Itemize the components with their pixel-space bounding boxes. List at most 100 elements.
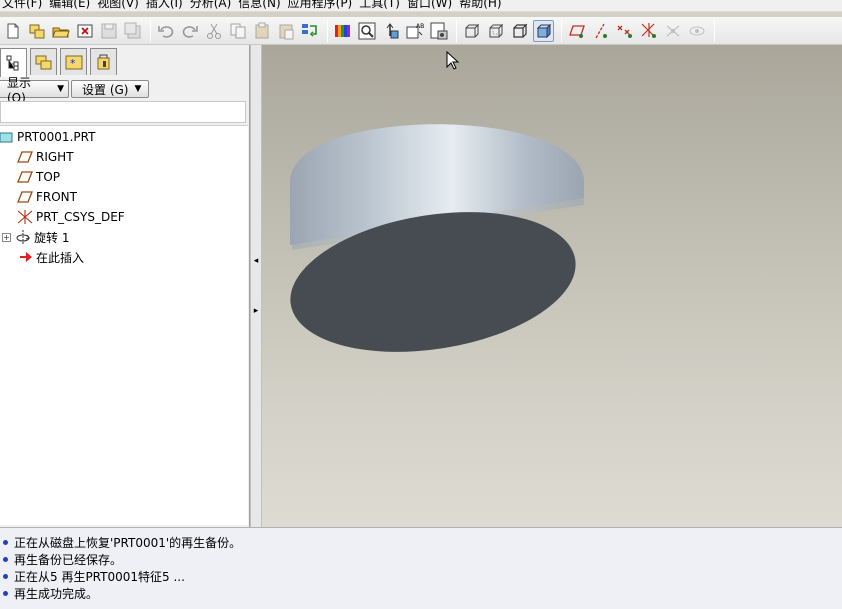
coordinate-systems-icon[interactable] bbox=[638, 20, 659, 42]
navigator-panel: * 显示 (O) ▼ 设置 (G) ▼ PRT0001.PRT RIGHT TO… bbox=[0, 45, 250, 527]
reorient-icon[interactable] bbox=[380, 20, 401, 42]
tree-item-right[interactable]: RIGHT bbox=[16, 148, 74, 166]
tree-item-label: 在此插入 bbox=[36, 250, 85, 265]
display-style-icon[interactable] bbox=[428, 20, 449, 42]
settings-button-label: 设置 (G) bbox=[82, 82, 129, 97]
favorites-icon: * bbox=[65, 55, 82, 70]
connections-icon bbox=[97, 54, 109, 70]
expand-right-icon[interactable]: ▸ bbox=[252, 305, 260, 317]
graphics-viewport[interactable] bbox=[262, 45, 842, 527]
menu-edit[interactable]: 编辑(E) bbox=[49, 0, 97, 11]
chevron-down-icon: ▼ bbox=[57, 84, 64, 94]
part-icon bbox=[0, 129, 15, 145]
menu-view[interactable]: 视图(V) bbox=[97, 0, 146, 11]
tab-connections[interactable] bbox=[90, 48, 117, 75]
message-line: 再生备份已经保存。 bbox=[0, 551, 842, 568]
message-bullet-icon bbox=[3, 574, 8, 579]
menu-applications[interactable]: 应用程序(P) bbox=[288, 0, 360, 11]
tab-favorites[interactable]: * bbox=[60, 48, 87, 75]
toolbar-separator bbox=[714, 19, 715, 42]
message-line: 正在从磁盘上恢复'PRT0001'的再生备份。 bbox=[0, 534, 842, 551]
no-hidden-icon[interactable] bbox=[509, 20, 530, 42]
shading-icon[interactable] bbox=[533, 19, 554, 42]
svg-text:*: * bbox=[70, 57, 76, 70]
message-bullet-icon bbox=[3, 591, 8, 596]
svg-text:AB: AB bbox=[416, 23, 424, 30]
tree-item-label: TOP bbox=[36, 170, 61, 184]
insert-here-icon bbox=[16, 249, 34, 265]
paste-special-icon[interactable] bbox=[275, 20, 296, 42]
hidden-line-icon[interactable] bbox=[485, 20, 506, 42]
model-cylinder bbox=[290, 124, 584, 352]
datum-plane-icon bbox=[16, 169, 34, 185]
save-copy-icon[interactable] bbox=[122, 20, 143, 42]
color-appearance-icon[interactable] bbox=[332, 20, 353, 42]
settings-dropdown-button[interactable]: 设置 (G) ▼ bbox=[71, 80, 149, 98]
datum-plane-icon bbox=[16, 149, 34, 165]
new-icon[interactable] bbox=[2, 20, 23, 42]
wireframe-icon[interactable] bbox=[461, 20, 482, 42]
tree-item-label: RIGHT bbox=[36, 150, 74, 164]
tree-item-label: FRONT bbox=[36, 190, 77, 204]
message-text: 正在从5 再生PRT0001特征5 ... bbox=[14, 570, 185, 584]
chevron-down-icon: ▼ bbox=[134, 84, 142, 94]
open-icon[interactable] bbox=[50, 20, 71, 42]
tree-button-row: 显示 (O) ▼ 设置 (G) ▼ bbox=[0, 76, 248, 105]
tree-item-csys[interactable]: PRT_CSYS_DEF bbox=[16, 208, 125, 226]
message-text: 再生备份已经保存。 bbox=[14, 553, 123, 567]
menu-insert[interactable]: 插入(I) bbox=[146, 0, 190, 11]
tree-item-front[interactable]: FRONT bbox=[16, 188, 77, 206]
datum-points-icon[interactable] bbox=[614, 20, 635, 42]
tab-folder-browser[interactable] bbox=[30, 48, 57, 75]
tree-item-revolve[interactable]: + 旋转 1 bbox=[2, 228, 69, 246]
show-button-label: 显示 (O) bbox=[7, 75, 32, 105]
zoom-icon[interactable] bbox=[356, 20, 377, 42]
menu-info[interactable]: 信息(N) bbox=[238, 0, 287, 11]
message-text: 再生成功完成。 bbox=[14, 587, 99, 601]
expand-icon[interactable]: + bbox=[2, 232, 11, 242]
mouse-cursor-icon bbox=[446, 51, 460, 70]
annotation-icon[interactable] bbox=[686, 20, 707, 42]
tree-item-insert-here[interactable]: 在此插入 bbox=[16, 248, 84, 266]
collapse-left-icon[interactable]: ◂ bbox=[252, 255, 260, 267]
tree-item-top[interactable]: TOP bbox=[16, 168, 60, 186]
model-tree-icon bbox=[6, 55, 18, 71]
panel-splitter[interactable]: ◂ ▸ bbox=[250, 45, 262, 527]
undo-icon[interactable] bbox=[155, 20, 176, 42]
copy-icon[interactable] bbox=[227, 20, 248, 42]
coordinate-system-icon bbox=[16, 209, 34, 225]
show-dropdown-button[interactable]: 显示 (O) ▼ bbox=[0, 76, 69, 105]
tree-root-item[interactable]: PRT0001.PRT bbox=[0, 128, 95, 146]
menu-window[interactable]: 窗口(W) bbox=[407, 0, 459, 11]
model-tree: PRT0001.PRT RIGHT TOP FRONT PRT_CSYS_DEF bbox=[0, 125, 248, 525]
message-line: 正在从5 再生PRT0001特征5 ... bbox=[0, 568, 842, 585]
folder-browser-icon bbox=[35, 55, 51, 70]
tree-filter-bar[interactable] bbox=[0, 101, 246, 123]
message-area: 正在从磁盘上恢复'PRT0001'的再生备份。 再生备份已经保存。 正在从5 再… bbox=[0, 527, 842, 609]
save-icon[interactable] bbox=[98, 20, 119, 42]
toolbar-separator bbox=[456, 19, 457, 42]
open-session-icon[interactable] bbox=[26, 20, 47, 42]
datum-planes-icon[interactable] bbox=[566, 20, 587, 42]
menu-analysis[interactable]: 分析(A) bbox=[190, 0, 239, 11]
message-bullet-icon bbox=[3, 557, 8, 562]
menu-help[interactable]: 帮助(H) bbox=[459, 0, 508, 11]
saved-views-icon[interactable]: AB bbox=[404, 20, 425, 42]
menu-bar: 文件(F) 编辑(E) 视图(V) 插入(I) 分析(A) 信息(N) 应用程序… bbox=[0, 0, 842, 12]
redo-icon[interactable] bbox=[179, 20, 200, 42]
regenerate-icon[interactable] bbox=[299, 20, 320, 42]
menu-file[interactable]: 文件(F) bbox=[2, 0, 49, 11]
tree-root-label: PRT0001.PRT bbox=[17, 130, 96, 144]
close-window-icon[interactable] bbox=[74, 20, 95, 42]
message-text: 正在从磁盘上恢复'PRT0001'的再生备份。 bbox=[14, 536, 242, 550]
datum-axes-icon[interactable] bbox=[590, 20, 611, 42]
message-bullet-icon bbox=[3, 540, 8, 545]
message-line: 再生成功完成。 bbox=[0, 585, 842, 602]
toolbar-separator bbox=[150, 19, 151, 42]
paste-icon[interactable] bbox=[251, 20, 272, 42]
menu-tools[interactable]: 工具(T) bbox=[359, 0, 407, 11]
cut-icon[interactable] bbox=[203, 20, 224, 42]
main-toolbar: AB bbox=[0, 17, 842, 45]
spin-center-icon[interactable] bbox=[662, 20, 683, 42]
datum-plane-icon bbox=[16, 189, 34, 205]
